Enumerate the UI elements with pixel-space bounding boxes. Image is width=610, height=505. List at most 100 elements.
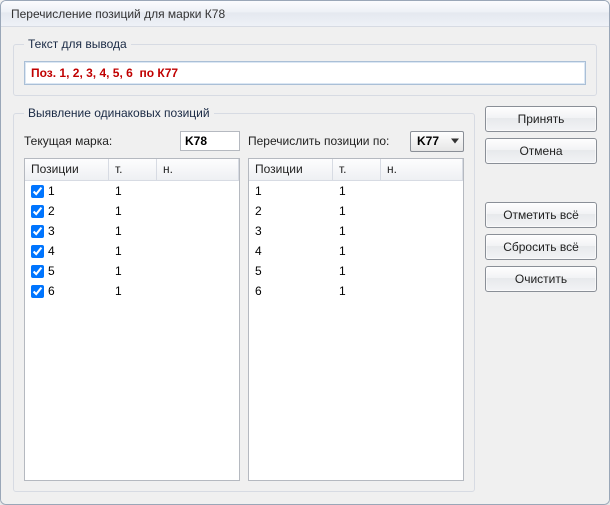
- cell-pos: 4: [249, 243, 333, 259]
- table-row[interactable]: 51: [249, 261, 463, 281]
- cell-t: 1: [333, 223, 381, 239]
- button-column: Принять Отмена Отметить всё Сбросить всё…: [485, 106, 597, 492]
- cell-pos: 6: [25, 283, 109, 299]
- dialog-window: Перечисление позиций для марки К78 Текст…: [0, 0, 610, 505]
- row-checkbox[interactable]: [31, 245, 44, 258]
- cancel-button[interactable]: Отмена: [485, 138, 597, 164]
- dialog-content: Текст для вывода Выявление одинаковых по…: [1, 27, 609, 504]
- cell-n: [157, 290, 239, 292]
- cell-t: 1: [109, 263, 157, 279]
- left-table-body: 112131415161: [25, 181, 239, 480]
- table-row[interactable]: 21: [249, 201, 463, 221]
- cell-pos-text: 3: [48, 224, 55, 238]
- cell-t: 1: [109, 243, 157, 259]
- chevron-down-icon: [451, 139, 459, 144]
- cell-n: [381, 270, 463, 272]
- main-row: Выявление одинаковых позиций Текущая мар…: [13, 106, 597, 492]
- cell-pos-text: 2: [48, 204, 55, 218]
- cell-n: [157, 250, 239, 252]
- cell-n: [157, 190, 239, 192]
- titlebar[interactable]: Перечисление позиций для марки К78: [1, 1, 609, 27]
- check-all-button[interactable]: Отметить всё: [485, 202, 597, 228]
- table-row[interactable]: 41: [249, 241, 463, 261]
- row-checkbox[interactable]: [31, 185, 44, 198]
- cell-pos-text: 1: [255, 184, 262, 198]
- right-column: Перечислить позиции по: K77 Позиции т.: [248, 130, 464, 481]
- cell-pos: 2: [249, 203, 333, 219]
- cell-pos: 5: [249, 263, 333, 279]
- cell-pos-text: 1: [48, 184, 55, 198]
- cell-pos: 3: [25, 223, 109, 239]
- current-mark-label: Текущая марка:: [24, 134, 112, 148]
- cell-n: [381, 230, 463, 232]
- list-by-select[interactable]: K77: [410, 131, 464, 152]
- cell-pos-text: 4: [48, 244, 55, 258]
- current-mark-row: Текущая марка:: [24, 130, 240, 152]
- cell-pos-text: 6: [48, 284, 55, 298]
- cell-pos: 5: [25, 263, 109, 279]
- left-table-header: Позиции т. н.: [25, 159, 239, 181]
- cell-t: 1: [333, 283, 381, 299]
- cell-pos: 2: [25, 203, 109, 219]
- left-table[interactable]: Позиции т. н. 112131415161: [24, 158, 240, 481]
- list-by-label: Перечислить позиции по:: [248, 134, 389, 148]
- cell-n: [381, 250, 463, 252]
- cell-pos-text: 4: [255, 244, 262, 258]
- duplicate-positions-group: Выявление одинаковых позиций Текущая мар…: [13, 106, 475, 492]
- table-row[interactable]: 11: [25, 181, 239, 201]
- output-text-group: Текст для вывода: [13, 37, 597, 96]
- cell-pos: 1: [249, 183, 333, 199]
- cell-t: 1: [333, 243, 381, 259]
- tables-row: Текущая марка: Позиции т. н. 11213141516…: [24, 130, 464, 481]
- table-row[interactable]: 61: [249, 281, 463, 301]
- uncheck-all-button[interactable]: Сбросить всё: [485, 234, 597, 260]
- cell-t: 1: [333, 203, 381, 219]
- accept-button[interactable]: Принять: [485, 106, 597, 132]
- output-text-legend: Текст для вывода: [24, 37, 131, 51]
- table-row[interactable]: 21: [25, 201, 239, 221]
- output-text-input[interactable]: [24, 61, 586, 85]
- cell-n: [157, 230, 239, 232]
- clear-button[interactable]: Очистить: [485, 266, 597, 292]
- cell-n: [381, 290, 463, 292]
- col-header-n[interactable]: н.: [157, 159, 239, 180]
- cell-n: [381, 210, 463, 212]
- table-row[interactable]: 51: [25, 261, 239, 281]
- cell-pos-text: 2: [255, 204, 262, 218]
- cell-t: 1: [109, 223, 157, 239]
- col-header-t[interactable]: т.: [109, 159, 157, 180]
- right-table-header: Позиции т. н.: [249, 159, 463, 181]
- window-title: Перечисление позиций для марки К78: [11, 7, 225, 21]
- cell-pos: 1: [25, 183, 109, 199]
- cell-n: [381, 190, 463, 192]
- list-by-row: Перечислить позиции по: K77: [248, 130, 464, 152]
- col-header-n[interactable]: н.: [381, 159, 463, 180]
- table-row[interactable]: 41: [25, 241, 239, 261]
- col-header-pos[interactable]: Позиции: [249, 159, 333, 180]
- list-by-value: K77: [417, 134, 439, 148]
- cell-t: 1: [109, 203, 157, 219]
- col-header-t[interactable]: т.: [333, 159, 381, 180]
- cell-t: 1: [333, 183, 381, 199]
- table-row[interactable]: 11: [249, 181, 463, 201]
- right-table[interactable]: Позиции т. н. 112131415161: [248, 158, 464, 481]
- row-checkbox[interactable]: [31, 225, 44, 238]
- right-table-body: 112131415161: [249, 181, 463, 480]
- table-row[interactable]: 31: [25, 221, 239, 241]
- cell-pos-text: 6: [255, 284, 262, 298]
- row-checkbox[interactable]: [31, 265, 44, 278]
- row-checkbox[interactable]: [31, 205, 44, 218]
- current-mark-input[interactable]: [180, 131, 240, 151]
- left-column: Текущая марка: Позиции т. н. 11213141516…: [24, 130, 240, 481]
- col-header-pos[interactable]: Позиции: [25, 159, 109, 180]
- duplicate-positions-legend: Выявление одинаковых позиций: [24, 106, 214, 120]
- cell-pos: 4: [25, 243, 109, 259]
- table-row[interactable]: 31: [249, 221, 463, 241]
- button-spacer: [485, 170, 597, 196]
- cell-pos-text: 5: [255, 264, 262, 278]
- cell-n: [157, 270, 239, 272]
- table-row[interactable]: 61: [25, 281, 239, 301]
- cell-pos-text: 5: [48, 264, 55, 278]
- row-checkbox[interactable]: [31, 285, 44, 298]
- cell-pos: 6: [249, 283, 333, 299]
